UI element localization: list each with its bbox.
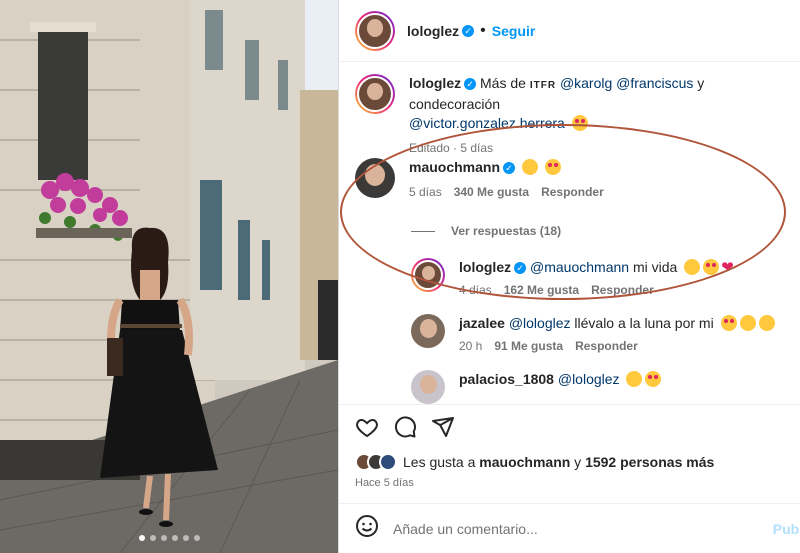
add-comment-bar: Añade un comentario... Publicar (339, 503, 800, 553)
mention-link[interactable]: @lologlez (509, 315, 571, 331)
heart-eyes-emoji-icon (645, 371, 662, 387)
liker-username[interactable]: mauochmann (479, 454, 570, 470)
comment-time: 20 h (459, 339, 483, 353)
comment-username[interactable]: jazalee (459, 315, 505, 331)
carousel-dot (171, 535, 178, 541)
caption-avatar[interactable] (355, 74, 395, 114)
brand-logo: ITFR (529, 80, 557, 91)
verified-icon: ✓ (462, 24, 475, 37)
liker-avatar (379, 453, 397, 471)
caption-username[interactable]: lologlez (409, 75, 461, 91)
commenter-avatar[interactable] (411, 314, 445, 348)
reply-comment: jazalee @lologlez llévalo a la luna por … (411, 314, 788, 356)
post-comment-button[interactable]: Publicar (773, 521, 800, 537)
caption-text: Más de (480, 75, 530, 91)
mention-link[interactable]: @franciscus (616, 75, 693, 91)
annotation-oval (340, 124, 786, 300)
grinning-emoji-icon (739, 315, 756, 331)
grinning-emoji-icon (758, 315, 775, 331)
mention-link[interactable]: @lologlez (558, 371, 620, 387)
street-photo-illustration (0, 0, 338, 553)
carousel-dot (160, 535, 167, 541)
separator: • (480, 21, 486, 39)
comment-bubble-icon[interactable] (393, 415, 417, 439)
grinning-emoji-icon (626, 371, 643, 387)
follow-button[interactable]: Seguir (492, 23, 536, 39)
mention-link[interactable]: @karolg (560, 75, 612, 91)
emoji-picker-icon[interactable] (355, 514, 379, 543)
reply-comment: palacios_1808 @lologlez (411, 370, 788, 404)
verified-icon: ✓ (464, 78, 477, 91)
likes-summary[interactable]: Les gusta a mauochmann y 1592 personas m… (355, 453, 784, 471)
likes-text: Les gusta a (403, 454, 480, 470)
post-actions: Les gusta a mauochmann y 1592 personas m… (339, 404, 800, 489)
heart-eyes-emoji-icon (720, 315, 737, 331)
carousel-dot (138, 535, 145, 541)
comment-text: llévalo a la luna por mi (570, 315, 714, 331)
post-time: Hace 5 días (355, 477, 414, 489)
likes-count[interactable]: 1592 personas más (585, 454, 714, 470)
comment-input[interactable]: Añade un comentario... (393, 521, 538, 537)
post-header: lologlez ✓ • Seguir (339, 0, 800, 62)
comment-likes[interactable]: 91 Me gusta (494, 339, 563, 353)
commenter-avatar[interactable] (411, 370, 445, 404)
author-username[interactable]: lologlez (407, 23, 459, 39)
carousel-dot (193, 535, 200, 541)
share-send-icon[interactable] (431, 415, 455, 439)
carousel-indicator (0, 535, 338, 541)
like-heart-icon[interactable] (355, 415, 379, 439)
likes-text: y (570, 454, 586, 470)
carousel-dot (149, 535, 156, 541)
carousel-dot (182, 535, 189, 541)
comment-username[interactable]: palacios_1808 (459, 371, 554, 387)
author-avatar[interactable] (355, 10, 395, 51)
reply-button[interactable]: Responder (575, 339, 638, 353)
post-photo[interactable] (0, 0, 338, 553)
